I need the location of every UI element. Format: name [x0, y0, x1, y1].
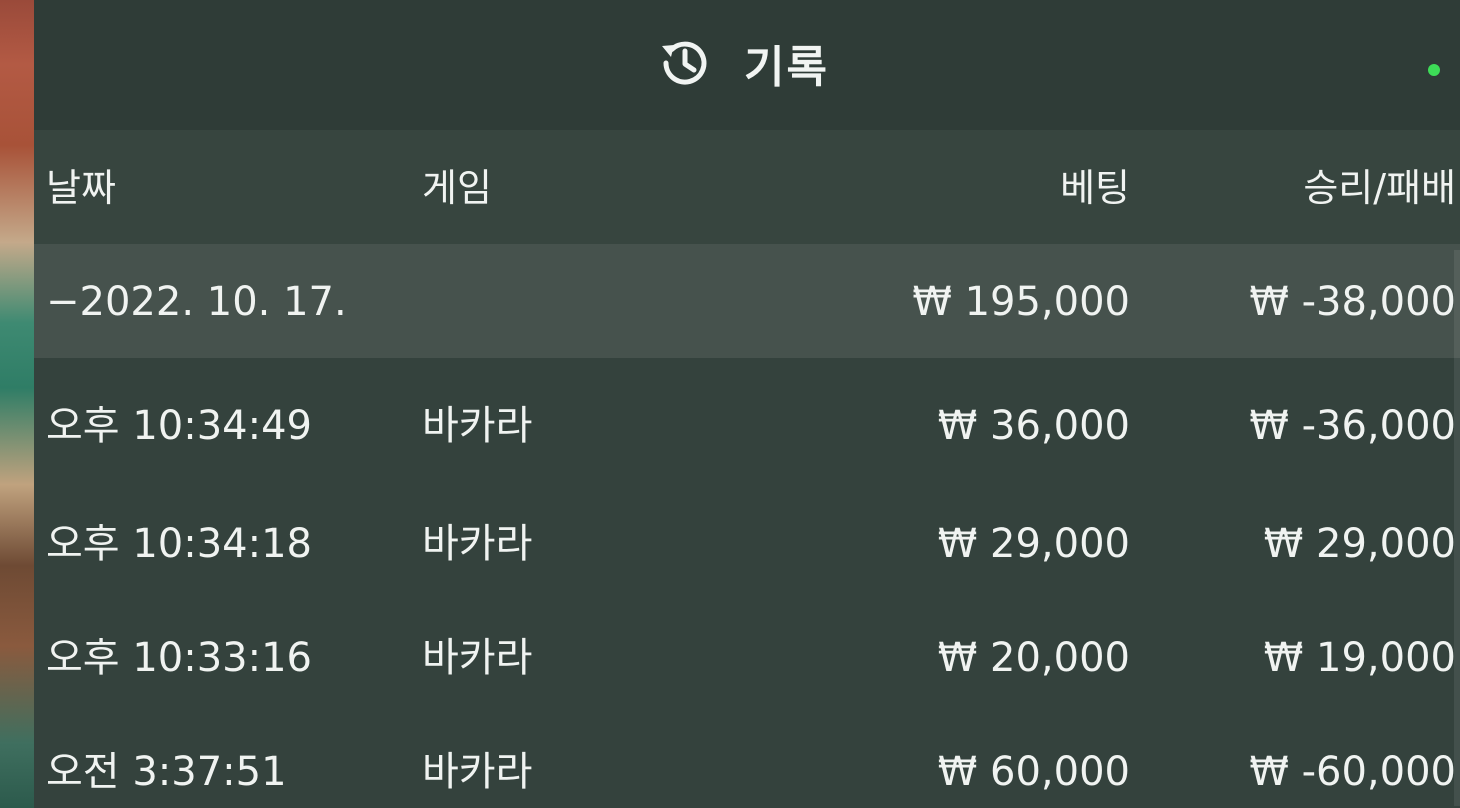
date-group-row[interactable]: −2022. 10. 17. ₩ 195,000 ₩ -38,000: [34, 244, 1460, 358]
row-game: 바카라: [422, 635, 533, 681]
row-win-loss: ₩ 29,000: [1263, 521, 1456, 567]
row-game: 바카라: [422, 749, 533, 795]
row-time: 오후 10:33:16: [46, 635, 312, 681]
row-win-loss: ₩ -60,000: [1249, 749, 1456, 795]
history-panel: 기록 날짜 게임 베팅 승리/패배 −2022. 10. 17. ₩ 195,0…: [34, 0, 1460, 808]
table-row[interactable]: 오후 10:34:18 바카라 ₩ 29,000 ₩ 29,000: [34, 486, 1460, 600]
row-win-loss: ₩ 19,000: [1263, 635, 1456, 681]
screen: 기록 날짜 게임 베팅 승리/패배 −2022. 10. 17. ₩ 195,0…: [0, 0, 1460, 808]
row-bet: ₩ 20,000: [937, 635, 1130, 681]
connection-status-dot: [1428, 64, 1440, 76]
table-row[interactable]: 오후 10:34:49 바카라 ₩ 36,000 ₩ -36,000: [34, 358, 1460, 486]
row-bet: ₩ 29,000: [937, 521, 1130, 567]
table-row[interactable]: 오전 3:37:51 바카라 ₩ 60,000 ₩ -60,000: [34, 714, 1460, 808]
title-group: 기록: [654, 28, 829, 98]
history-icon: [654, 32, 716, 94]
column-header-win-loss[interactable]: 승리/패배: [1303, 164, 1456, 212]
row-time: 오후 10:34:18: [46, 521, 312, 567]
column-header-date[interactable]: 날짜: [46, 164, 116, 212]
group-bet-total: ₩ 195,000: [912, 279, 1130, 325]
scrollbar[interactable]: [1454, 250, 1460, 806]
panel-header: 기록: [34, 0, 1460, 130]
row-game: 바카라: [422, 521, 533, 567]
group-date: −2022. 10. 17.: [46, 279, 347, 325]
table-header: 날짜 게임 베팅 승리/패배: [34, 130, 1460, 244]
panel-title: 기록: [744, 42, 829, 93]
column-header-game[interactable]: 게임: [422, 164, 492, 212]
table-row[interactable]: 오후 10:33:16 바카라 ₩ 20,000 ₩ 19,000: [34, 600, 1460, 714]
row-bet: ₩ 36,000: [937, 403, 1130, 449]
row-time: 오후 10:34:49: [46, 403, 312, 449]
row-bet: ₩ 60,000: [937, 749, 1130, 795]
background-table-edge: [0, 0, 34, 808]
row-time: 오전 3:37:51: [46, 749, 287, 795]
row-game: 바카라: [422, 403, 533, 449]
column-header-bet[interactable]: 베팅: [1060, 164, 1130, 212]
row-win-loss: ₩ -36,000: [1249, 403, 1456, 449]
group-win-loss-total: ₩ -38,000: [1249, 279, 1456, 325]
